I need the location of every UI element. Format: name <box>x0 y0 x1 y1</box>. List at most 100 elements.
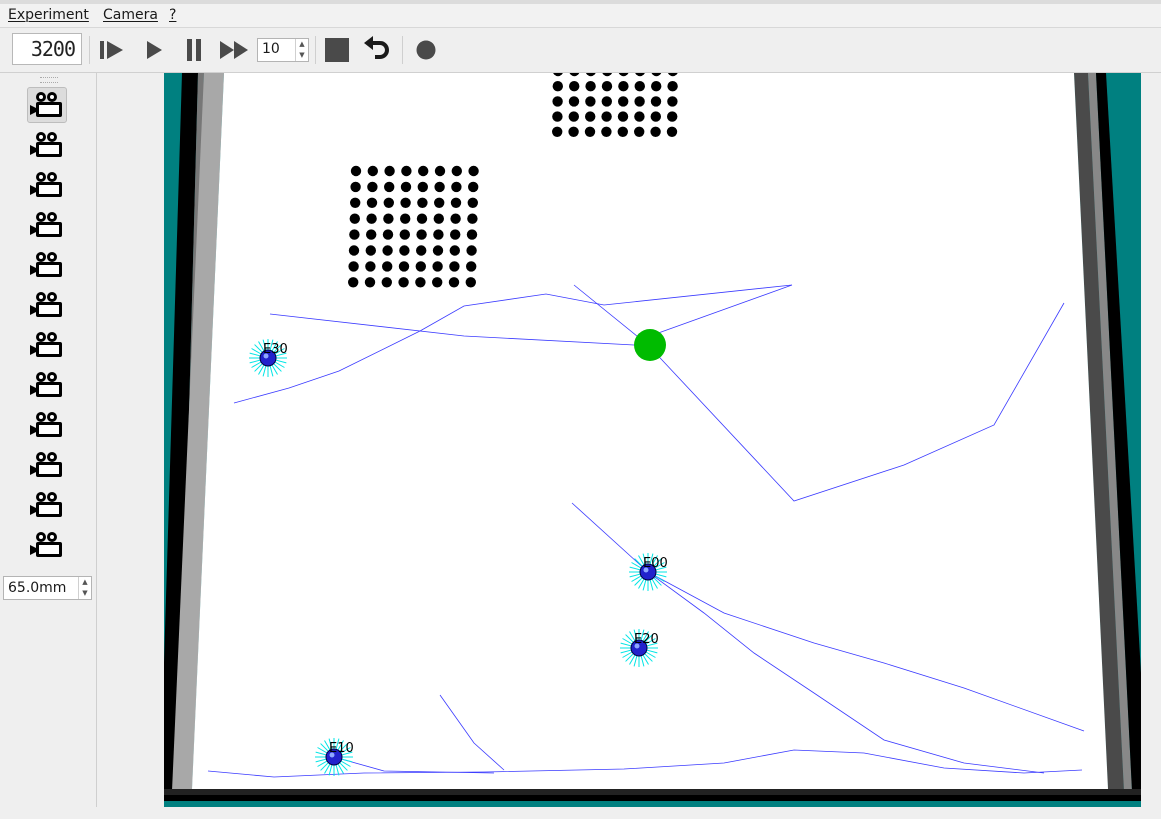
grid-dot <box>434 197 445 208</box>
grid-dot <box>601 96 612 107</box>
grid-dot <box>381 277 392 288</box>
grid-dot <box>651 81 662 92</box>
grid-dot <box>601 126 612 137</box>
grid-dot <box>366 197 378 208</box>
camera-view-button[interactable] <box>27 327 67 363</box>
video-camera-icon <box>30 212 62 237</box>
grid-dot <box>350 181 361 193</box>
camera-view-button[interactable] <box>27 127 67 163</box>
grid-dot <box>398 261 410 272</box>
menu-camera[interactable]: Camera <box>103 7 158 23</box>
grid-dot <box>466 245 477 256</box>
grid-dot <box>367 165 378 177</box>
camera-view-button[interactable] <box>27 367 67 403</box>
stop-icon <box>325 38 349 62</box>
camera-view-button[interactable] <box>27 447 67 483</box>
grid-dot <box>552 111 563 122</box>
pause-icon <box>187 39 201 61</box>
grid-dot <box>400 181 412 193</box>
step-counter: 3200 <box>12 33 82 65</box>
grid-dot <box>650 126 661 137</box>
grid-dot <box>434 165 446 177</box>
panel-grip[interactable] <box>40 77 58 83</box>
distance-spinbox[interactable]: 65.0mm ▲ ▼ <box>3 576 92 600</box>
menu-experiment[interactable]: Experiment <box>8 7 89 23</box>
grid-dot <box>416 213 428 224</box>
grid-dot <box>434 181 445 193</box>
video-camera-icon <box>30 492 62 517</box>
distance-stepper[interactable]: ▲ ▼ <box>78 577 91 599</box>
grid-dot <box>568 126 579 137</box>
camera-view-button[interactable] <box>27 407 67 443</box>
arena-viewport[interactable]: E30 E00 E20 E10 <box>164 65 1141 807</box>
grid-dot <box>449 261 460 272</box>
play-button[interactable] <box>137 34 169 66</box>
video-camera-icon <box>30 252 62 277</box>
grid-dot <box>569 81 580 92</box>
record-button[interactable] <box>410 34 442 66</box>
grid-dot <box>449 245 460 256</box>
grid-dot <box>667 81 678 92</box>
grid-dot <box>585 96 596 107</box>
grid-dot <box>667 96 678 107</box>
speed-stepper[interactable]: ▲ ▼ <box>295 39 308 61</box>
grid-dot <box>364 277 376 288</box>
menubar: Experiment Camera ? <box>0 4 1161 28</box>
step-forward-button[interactable] <box>96 34 128 66</box>
grid-dot <box>367 181 378 193</box>
grid-dot <box>433 229 444 240</box>
fast-forward-button[interactable] <box>218 34 250 66</box>
stop-button[interactable] <box>321 34 353 66</box>
camera-view-button[interactable] <box>27 287 67 323</box>
reset-button[interactable] <box>361 34 393 66</box>
grid-dot <box>552 126 563 137</box>
video-camera-icon <box>30 132 62 157</box>
grid-dot <box>634 96 645 107</box>
grid-dot <box>451 181 462 193</box>
grid-dot <box>382 245 393 256</box>
grid-dot <box>666 126 678 137</box>
light-source <box>634 329 666 361</box>
grid-dot <box>348 277 359 288</box>
grid-dot <box>650 111 661 122</box>
grid-dot <box>418 165 429 177</box>
grid-dot <box>400 213 411 224</box>
grid-dot <box>382 261 393 272</box>
grid-dot <box>348 245 360 256</box>
step-forward-icon <box>100 41 123 59</box>
camera-view-button[interactable] <box>27 167 67 203</box>
grid-dot <box>601 111 612 122</box>
arena-canvas[interactable]: E30 E00 E20 E10 <box>164 65 1141 807</box>
grid-dot <box>417 181 428 193</box>
grid-dot <box>383 197 394 208</box>
grid-dot <box>617 111 629 122</box>
grid-dot <box>451 165 462 177</box>
grid-dot <box>585 111 596 122</box>
grid-dot <box>365 261 376 272</box>
robot-label: E20 <box>634 632 659 647</box>
video-camera-icon <box>30 532 62 557</box>
camera-view-button[interactable] <box>27 247 67 283</box>
status-area <box>0 807 1161 819</box>
toolbar: 3200 10 ▲ ▼ <box>0 28 1161 73</box>
robot-label: E10 <box>329 741 354 756</box>
menu-help[interactable]: ? <box>169 7 176 23</box>
grid-dot <box>601 81 613 92</box>
grid-dot <box>584 126 596 137</box>
camera-view-button[interactable] <box>27 487 67 523</box>
grid-dot <box>349 229 360 240</box>
grid-dot <box>465 277 476 288</box>
camera-view-button[interactable] <box>27 87 67 123</box>
camera-view-button[interactable] <box>27 527 67 563</box>
video-camera-icon <box>30 292 62 317</box>
play-icon <box>147 41 162 59</box>
toolbar-separator <box>402 36 403 64</box>
grid-dot <box>450 197 462 208</box>
grid-dot <box>467 197 478 208</box>
pause-button[interactable] <box>178 34 210 66</box>
camera-view-button[interactable] <box>27 207 67 243</box>
video-camera-icon <box>30 372 62 397</box>
speed-spinbox[interactable]: 10 ▲ ▼ <box>257 38 309 62</box>
grid-dot <box>432 277 443 288</box>
grid-dot <box>366 213 377 224</box>
